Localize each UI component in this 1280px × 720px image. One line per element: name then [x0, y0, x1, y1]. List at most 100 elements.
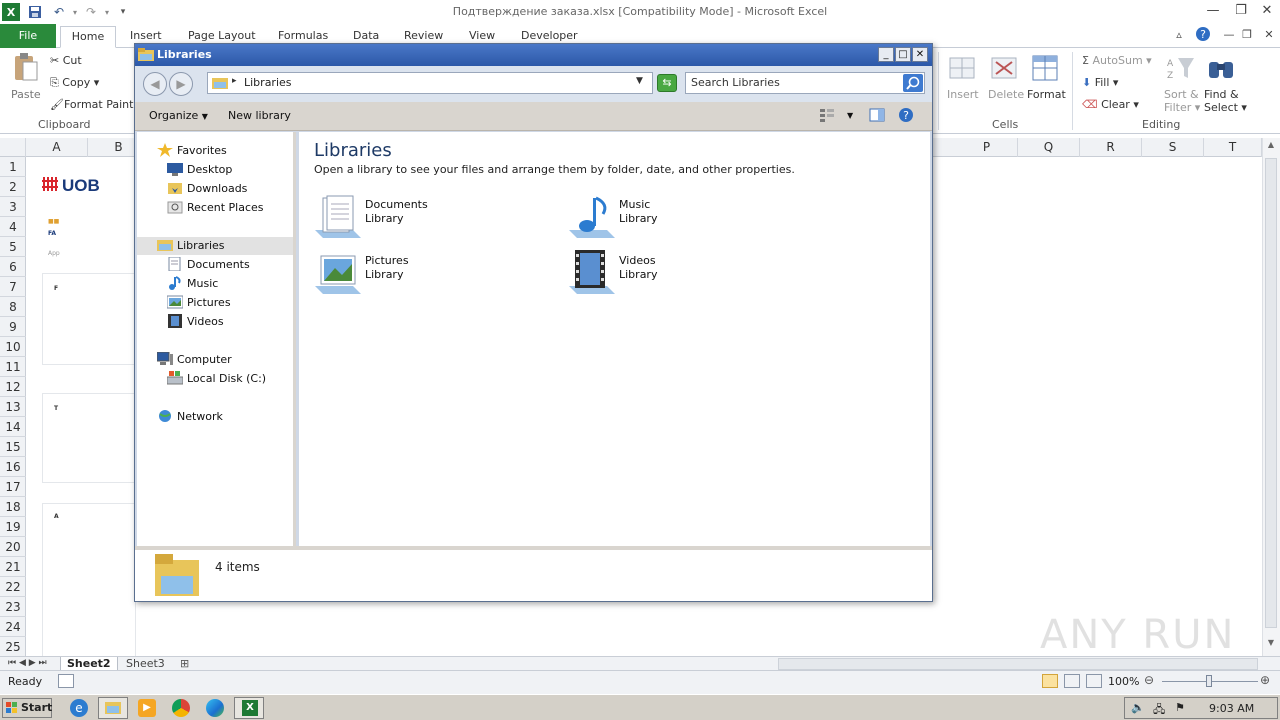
explorer-maximize-icon[interactable]: □: [895, 47, 911, 62]
row-header-22[interactable]: 22: [0, 577, 26, 597]
autosum-button[interactable]: Σ AutoSum ▾: [1082, 54, 1152, 67]
clock[interactable]: 9:03 AM: [1209, 702, 1254, 715]
nav-network[interactable]: Network: [157, 408, 223, 426]
row-header-6[interactable]: 6: [0, 257, 26, 277]
refresh-icon[interactable]: ⇆: [657, 74, 677, 92]
libraries-window[interactable]: Libraries _ □ ✕ ◀ ▶ ▸ Libraries ▼ ⇆ Sear…: [134, 43, 933, 602]
search-icon[interactable]: [903, 74, 923, 92]
nav-libraries[interactable]: Libraries: [137, 237, 293, 255]
explorer-minimize-icon[interactable]: _: [878, 47, 894, 62]
binoculars-icon[interactable]: [1206, 54, 1236, 86]
row-header-4[interactable]: 4: [0, 217, 26, 237]
column-header-q[interactable]: Q: [1018, 138, 1080, 157]
insert-cells-button[interactable]: Insert: [947, 88, 979, 101]
sheet-content[interactable]: UOB ■■ FA App F T A: [26, 157, 136, 657]
new-library-button[interactable]: New library: [228, 109, 291, 122]
preview-pane-icon[interactable]: [869, 108, 885, 125]
row-header-23[interactable]: 23: [0, 597, 26, 617]
nav-favorites[interactable]: Favorites: [157, 142, 227, 160]
row-header-8[interactable]: 8: [0, 297, 26, 317]
taskbar-explorer-button[interactable]: [98, 697, 128, 719]
search-box[interactable]: Search Libraries: [685, 72, 925, 94]
sheet-tab-sheet2[interactable]: Sheet2: [60, 657, 118, 671]
explorer-close-icon[interactable]: ✕: [912, 47, 928, 62]
row-header-1[interactable]: 1: [0, 157, 26, 177]
row-header-3[interactable]: 3: [0, 197, 26, 217]
sheet-nav-icons[interactable]: ⏮ ◀ ▶ ⏭: [2, 657, 53, 671]
sheet-tab-sheet3[interactable]: Sheet3: [120, 657, 171, 671]
address-bar[interactable]: ▸ Libraries ▼: [207, 72, 653, 94]
help-icon[interactable]: ?: [898, 107, 914, 126]
column-header-t[interactable]: T: [1204, 138, 1262, 157]
forward-icon[interactable]: ▶: [169, 72, 193, 96]
media-player-icon[interactable]: ▶: [138, 699, 156, 717]
close-icon[interactable]: ✕: [1254, 2, 1280, 20]
page-break-view-icon[interactable]: [1086, 674, 1102, 688]
row-header-10[interactable]: 10: [0, 337, 26, 357]
taskbar-excel-button[interactable]: X: [234, 697, 264, 719]
copy-button[interactable]: ⎘ Copy ▾: [50, 76, 99, 90]
view-dropdown-icon[interactable]: ▼: [847, 111, 853, 120]
navigation-pane[interactable]: Favorites Desktop Downloads Recent Place…: [137, 132, 296, 546]
library-videos[interactable]: Videos Library: [567, 250, 807, 298]
sort-filter-icon[interactable]: AZ: [1166, 54, 1196, 86]
scroll-down-icon[interactable]: ▼: [1265, 638, 1277, 650]
nav-recent-places[interactable]: Recent Places: [167, 199, 264, 217]
edge-icon[interactable]: [206, 699, 224, 717]
library-documents[interactable]: Documents Library: [313, 194, 553, 242]
column-header-a[interactable]: A: [26, 138, 88, 157]
paste-button[interactable]: Paste: [11, 88, 41, 101]
paste-icon[interactable]: [10, 52, 40, 84]
library-pictures[interactable]: Pictures Library: [313, 250, 553, 298]
row-header-11[interactable]: 11: [0, 357, 26, 377]
scroll-up-icon[interactable]: ▲: [1265, 140, 1277, 152]
back-icon[interactable]: ◀: [143, 72, 167, 96]
insert-sheet-icon[interactable]: ⊞: [174, 657, 195, 671]
address-text[interactable]: Libraries: [244, 76, 292, 89]
find-select-button[interactable]: Find & Select ▾: [1204, 88, 1247, 114]
zoom-slider-thumb[interactable]: [1206, 675, 1212, 687]
chrome-icon[interactable]: [172, 699, 190, 717]
zoom-out-icon[interactable]: ⊖: [1144, 673, 1154, 687]
nav-desktop[interactable]: Desktop: [167, 161, 232, 179]
library-music[interactable]: Music Library: [567, 194, 807, 242]
sort-filter-button[interactable]: Sort & Filter ▾: [1164, 88, 1200, 114]
address-chevron-icon[interactable]: ▸: [232, 76, 237, 86]
row-header-13[interactable]: 13: [0, 397, 26, 417]
delete-cells-icon[interactable]: [990, 54, 1020, 86]
column-header-r[interactable]: R: [1080, 138, 1142, 157]
tab-file[interactable]: File: [0, 24, 56, 48]
doc-close-icon[interactable]: ✕: [1256, 26, 1280, 44]
row-header-5[interactable]: 5: [0, 237, 26, 257]
row-header-14[interactable]: 14: [0, 417, 26, 437]
insert-cells-icon[interactable]: [948, 54, 978, 86]
row-header-2[interactable]: 2: [0, 177, 26, 197]
row-header-16[interactable]: 16: [0, 457, 26, 477]
nav-downloads[interactable]: Downloads: [167, 180, 247, 198]
nav-computer[interactable]: Computer: [156, 351, 232, 369]
fill-button[interactable]: ⬇ Fill ▾: [1082, 76, 1118, 89]
row-header-9[interactable]: 9: [0, 317, 26, 337]
row-header-24[interactable]: 24: [0, 617, 26, 637]
explorer-titlebar[interactable]: Libraries _ □ ✕: [135, 44, 932, 66]
row-header-18[interactable]: 18: [0, 497, 26, 517]
delete-cells-button[interactable]: Delete: [988, 88, 1024, 101]
cut-button[interactable]: ✂ Cut: [50, 54, 82, 67]
tab-home[interactable]: Home: [60, 26, 116, 48]
zoom-in-icon[interactable]: ⊕: [1260, 673, 1270, 687]
view-options-icon[interactable]: [819, 108, 835, 125]
format-cells-button[interactable]: Format: [1027, 88, 1066, 101]
organize-button[interactable]: Organize ▼: [149, 109, 208, 122]
row-header-17[interactable]: 17: [0, 477, 26, 497]
volume-icon[interactable]: 🔈: [1131, 701, 1145, 714]
page-layout-view-icon[interactable]: [1064, 674, 1080, 688]
select-all-corner[interactable]: [0, 138, 26, 157]
row-header-20[interactable]: 20: [0, 537, 26, 557]
normal-view-icon[interactable]: [1042, 674, 1058, 688]
flag-icon[interactable]: ⚑: [1175, 701, 1185, 714]
clear-button[interactable]: ⌫ Clear ▾: [1082, 98, 1139, 111]
network-tray-icon[interactable]: 🖧: [1153, 701, 1165, 720]
macro-record-icon[interactable]: [58, 674, 74, 688]
start-button[interactable]: Start: [2, 698, 52, 718]
row-header-21[interactable]: 21: [0, 557, 26, 577]
